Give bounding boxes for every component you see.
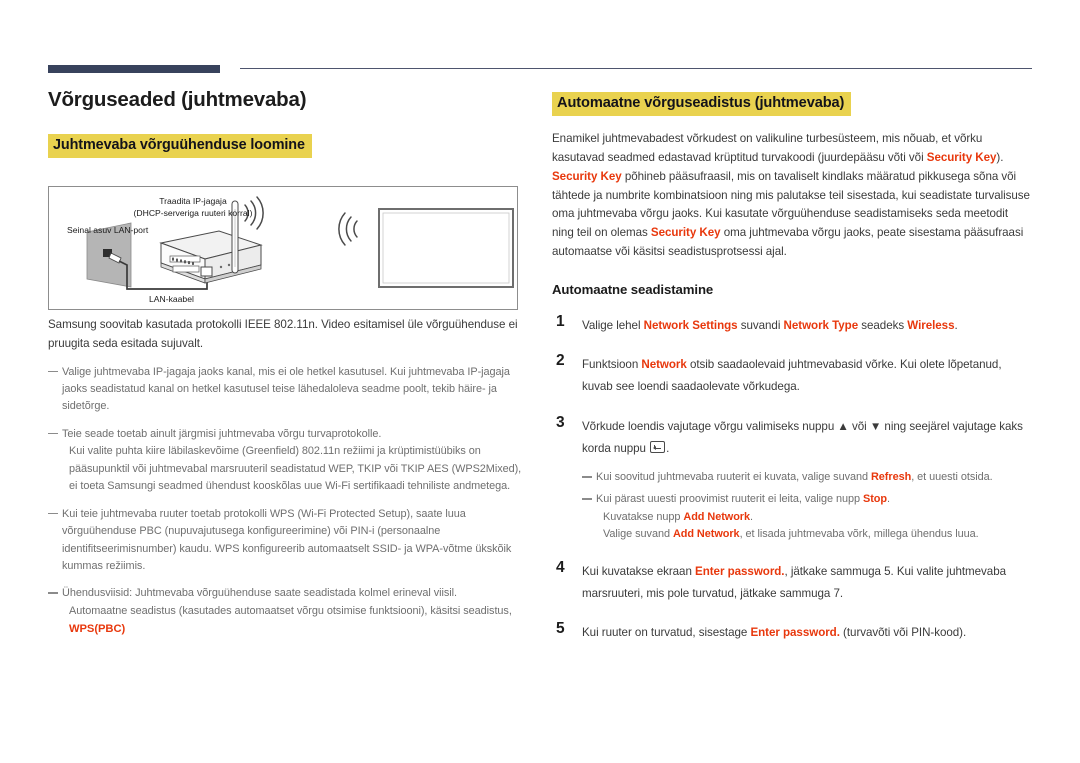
left-note-4-text: Ühendusviisid: Juhtmevaba võrguühenduse …: [62, 587, 457, 600]
step-3-note-2-part-2: .: [887, 493, 890, 506]
step-5-number: 5: [556, 620, 565, 638]
step-1-text: Valige lehel Network Settings suvandi Ne…: [582, 319, 958, 332]
document-page: Võrguseaded (juhtmevaba) Juhtmevaba võrg…: [0, 0, 1080, 763]
step-3-note-2: Kui pärast uuesti proovimist ruuterit ei…: [582, 491, 1032, 543]
keyword-enter-password-2: Enter password.: [750, 626, 840, 640]
keyword-refresh: Refresh: [870, 471, 912, 484]
network-diagram: Traadita IP-jagaja (DHCP-serveriga ruute…: [48, 186, 518, 310]
left-section-heading: Juhtmevaba võrguühenduse loomine: [48, 134, 312, 159]
step-5-part-2: (turvavõti või PIN-kood).: [839, 626, 967, 640]
step-1: 1 Valige lehel Network Settings suvandi …: [552, 312, 1032, 337]
step-3-note-2-cont-2: Valige suvand Add Network, et lisada juh…: [596, 526, 1032, 543]
step-1-part-4: seadeks: [858, 318, 908, 332]
diagram-label-router-line1: Traadita IP-jagaja: [159, 196, 227, 206]
keyword-network: Network: [641, 358, 687, 372]
left-note-4: Ühendusviisid: Juhtmevaba võrguühenduse …: [48, 585, 522, 639]
note-dash-icon: [48, 432, 58, 435]
cont-1-part-0: Kuvatakse nupp: [603, 510, 684, 523]
note-dash-icon: [48, 370, 58, 373]
cont-2-part-0: Valige suvand: [603, 528, 673, 541]
header-rule-line: [240, 68, 1032, 70]
step-3-note-1-part-2: , et uuesti otsida.: [911, 471, 993, 484]
diagram-label-router-line2: (DHCP-serveriga ruuteri korral): [134, 208, 253, 218]
left-note-2-text: Teie seade toetab ainult järgmisi juhtme…: [62, 427, 382, 440]
right-column: Automaatne võrguseadistus (juhtmevaba) E…: [552, 92, 1032, 662]
step-2-part-0: Funktsioon: [582, 358, 642, 372]
keyword-network-type: Network Type: [783, 318, 859, 332]
right-sub-heading: Automaatne seadistamine: [552, 281, 714, 297]
left-intro-paragraph: Samsung soovitab kasutada protokolli IEE…: [48, 318, 518, 350]
keyword-wireless: Wireless: [907, 318, 955, 332]
step-3-note-1: Kui soovitud juhtmevaba ruuterit ei kuva…: [582, 469, 1032, 486]
step-4-number: 4: [556, 558, 565, 576]
step-1-part-2: suvandi: [737, 318, 784, 332]
step-2-number: 2: [556, 352, 565, 370]
step-5-text: Kui ruuter on turvatud, sisestage Enter …: [582, 626, 966, 639]
step-5: 5 Kui ruuter on turvatud, sisestage Ente…: [552, 620, 1032, 644]
note-dash-icon: [48, 512, 58, 515]
left-note-3: Kui teie juhtmevaba ruuter toetab protok…: [48, 506, 522, 576]
step-4: 4 Kui kuvatakse ekraan Enter password., …: [552, 558, 1032, 606]
step-3-note-2-cont-1: Kuvatakse nupp Add Network.: [596, 509, 1032, 526]
cont-1-part-2: .: [750, 510, 753, 523]
step-3-after-key: .: [666, 441, 670, 455]
right-intro-p1: Enamikel juhtmevabadest võrkudest on val…: [552, 132, 983, 165]
header-rule: [0, 63, 1080, 77]
left-column: Võrguseaded (juhtmevaba) Juhtmevaba võrg…: [48, 88, 520, 159]
note-dash-icon: [48, 592, 58, 594]
step-3-text: Võrkude loendis vajutage võrgu valimisek…: [582, 420, 1023, 455]
note-dash-icon: [582, 498, 592, 501]
left-note-2-cont: Kui valite puhta kiire läbilaskevõime (G…: [69, 445, 522, 493]
enter-key-icon: [650, 440, 666, 453]
left-body: Samsung soovitab kasutada protokolli IEE…: [48, 316, 522, 639]
header-rule-navy-block: [48, 65, 220, 73]
keyword-stop: Stop: [863, 493, 887, 506]
wps-pbc-tag: WPS(PBC): [69, 623, 126, 636]
left-note-1: Valige juhtmevaba IP-jagaja jaoks kanal,…: [48, 364, 522, 416]
step-3-part-0: Võrkude loendis vajutage võrgu valimisek…: [582, 419, 1023, 455]
step-4-text: Kui kuvatakse ekraan Enter password., jä…: [582, 565, 1006, 600]
right-intro-p2: ).: [996, 151, 1004, 165]
step-3-notes: Kui soovitud juhtmevaba ruuterit ei kuva…: [582, 469, 1032, 544]
step-4-part-0: Kui kuvatakse ekraan: [582, 564, 696, 578]
note-dash-icon: [582, 476, 592, 478]
step-1-part-0: Valige lehel: [582, 318, 644, 332]
step-3-number: 3: [556, 413, 565, 431]
keyword-security-key-1: Security Key: [926, 151, 997, 165]
step-3-note-1-part-0: Kui soovitud juhtmevaba ruuterit ei kuva…: [596, 471, 871, 484]
step-3: 3 Võrkude loendis vajutage võrgu valimis…: [552, 413, 1032, 544]
keyword-network-settings: Network Settings: [643, 318, 738, 332]
keyword-security-key-2: Security Key: [552, 169, 622, 183]
step-2: 2 Funktsioon Network otsib saadaolevaid …: [552, 352, 1032, 399]
step-2-text: Funktsioon Network otsib saadaolevaid ju…: [582, 358, 1002, 393]
keyword-enter-password-1: Enter password.: [695, 564, 785, 578]
left-note-1-text: Valige juhtmevaba IP-jagaja jaoks kanal,…: [62, 365, 510, 413]
step-1-part-6: .: [954, 318, 958, 332]
diagram-label-wall-port: Seinal asuv LAN-port: [67, 225, 149, 235]
keyword-add-network-1: Add Network: [683, 510, 751, 523]
steps-list: 1 Valige lehel Network Settings suvandi …: [552, 312, 1032, 645]
step-5-part-0: Kui ruuter on turvatud, sisestage: [582, 626, 751, 640]
right-section-heading: Automaatne võrguseadistus (juhtmevaba): [552, 92, 852, 117]
left-note-3-text: Kui teie juhtmevaba ruuter toetab protok…: [62, 507, 512, 572]
page-title: Võrguseaded (juhtmevaba): [48, 88, 307, 111]
right-intro-paragraph: Enamikel juhtmevabadest võrkudest on val…: [552, 130, 1032, 261]
keyword-security-key-3: Security Key: [650, 226, 721, 240]
left-note-2: Teie seade toetab ainult järgmisi juhtme…: [48, 426, 522, 496]
cont-2-part-2: , et lisada juhtmevaba võrk, millega ühe…: [739, 528, 979, 541]
diagram-label-lan-cable: LAN-kaabel: [149, 294, 194, 304]
step-1-number: 1: [556, 312, 565, 330]
left-note-4-cont: Automaatne seadistus (kasutades automaat…: [69, 604, 512, 617]
keyword-add-network-2: Add Network: [672, 528, 740, 541]
step-3-note-2-part-0: Kui pärast uuesti proovimist ruuterit ei…: [596, 493, 863, 506]
